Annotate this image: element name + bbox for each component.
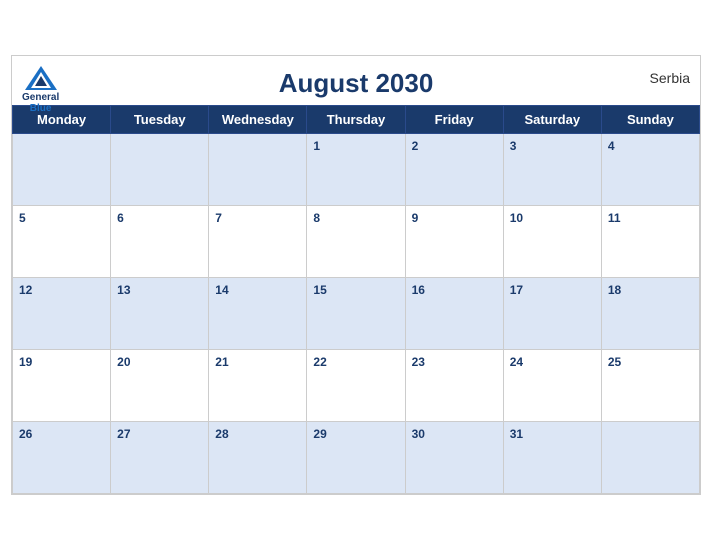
calendar-cell xyxy=(601,422,699,494)
country-label: Serbia xyxy=(650,70,690,86)
calendar-cell xyxy=(13,134,111,206)
logo-icon xyxy=(23,64,59,92)
day-number: 14 xyxy=(215,283,228,297)
calendar-cell: 11 xyxy=(601,206,699,278)
calendar-cell: 5 xyxy=(13,206,111,278)
day-number: 23 xyxy=(412,355,425,369)
day-number: 11 xyxy=(608,211,621,225)
calendar-cell: 2 xyxy=(405,134,503,206)
calendar-cell: 1 xyxy=(307,134,405,206)
calendar-cell: 26 xyxy=(13,422,111,494)
calendar-cell: 7 xyxy=(209,206,307,278)
calendar-cell: 18 xyxy=(601,278,699,350)
day-number: 19 xyxy=(19,355,32,369)
col-saturday: Saturday xyxy=(503,106,601,134)
day-number: 28 xyxy=(215,427,228,441)
day-number: 26 xyxy=(19,427,32,441)
calendar-cell: 28 xyxy=(209,422,307,494)
calendar-cell: 29 xyxy=(307,422,405,494)
calendar-cell: 21 xyxy=(209,350,307,422)
calendar-cell: 25 xyxy=(601,350,699,422)
calendar-header: General Blue August 2030 Serbia xyxy=(12,56,700,105)
calendar-cell: 16 xyxy=(405,278,503,350)
calendar-week-row: 1 2 3 4 xyxy=(13,134,700,206)
calendar-cell xyxy=(111,134,209,206)
calendar-cell: 27 xyxy=(111,422,209,494)
logo-general: General xyxy=(22,92,59,103)
day-number: 9 xyxy=(412,211,419,225)
day-number: 17 xyxy=(510,283,523,297)
calendar-week-row: 5 6 7 8 9 10 11 xyxy=(13,206,700,278)
day-number: 12 xyxy=(19,283,32,297)
calendar-cell: 8 xyxy=(307,206,405,278)
day-number: 18 xyxy=(608,283,621,297)
day-number: 21 xyxy=(215,355,228,369)
calendar-cell: 6 xyxy=(111,206,209,278)
calendar-cell: 30 xyxy=(405,422,503,494)
calendar-table: Monday Tuesday Wednesday Thursday Friday… xyxy=(12,105,700,494)
day-number: 22 xyxy=(313,355,326,369)
calendar-cell: 31 xyxy=(503,422,601,494)
calendar-cell: 24 xyxy=(503,350,601,422)
calendar-cell: 17 xyxy=(503,278,601,350)
calendar-cell: 10 xyxy=(503,206,601,278)
calendar-cell: 4 xyxy=(601,134,699,206)
calendar-week-row: 12 13 14 15 16 17 18 xyxy=(13,278,700,350)
day-number: 2 xyxy=(412,139,419,153)
day-number: 7 xyxy=(215,211,222,225)
calendar-week-row: 19 20 21 22 23 24 25 xyxy=(13,350,700,422)
day-number: 31 xyxy=(510,427,523,441)
day-number: 16 xyxy=(412,283,425,297)
col-wednesday: Wednesday xyxy=(209,106,307,134)
calendar-cell: 9 xyxy=(405,206,503,278)
day-number: 8 xyxy=(313,211,320,225)
calendar-cell: 23 xyxy=(405,350,503,422)
calendar-cell: 20 xyxy=(111,350,209,422)
calendar-body: 1234567891011121314151617181920212223242… xyxy=(13,134,700,494)
day-number: 25 xyxy=(608,355,621,369)
day-number: 27 xyxy=(117,427,130,441)
logo: General Blue xyxy=(22,64,59,114)
logo-blue: Blue xyxy=(30,103,52,114)
calendar-cell: 13 xyxy=(111,278,209,350)
col-friday: Friday xyxy=(405,106,503,134)
calendar-cell: 19 xyxy=(13,350,111,422)
col-tuesday: Tuesday xyxy=(111,106,209,134)
calendar-cell: 14 xyxy=(209,278,307,350)
calendar-cell: 15 xyxy=(307,278,405,350)
day-number: 4 xyxy=(608,139,615,153)
day-number: 10 xyxy=(510,211,523,225)
day-number: 6 xyxy=(117,211,124,225)
col-thursday: Thursday xyxy=(307,106,405,134)
day-number: 30 xyxy=(412,427,425,441)
day-number: 29 xyxy=(313,427,326,441)
calendar-week-row: 26 27 28 29 30 31 xyxy=(13,422,700,494)
day-number: 15 xyxy=(313,283,326,297)
day-number: 13 xyxy=(117,283,130,297)
calendar-title: August 2030 xyxy=(32,68,680,99)
col-sunday: Sunday xyxy=(601,106,699,134)
day-number: 5 xyxy=(19,211,26,225)
day-number: 20 xyxy=(117,355,130,369)
calendar-cell: 22 xyxy=(307,350,405,422)
calendar-cell: 12 xyxy=(13,278,111,350)
weekday-header-row: Monday Tuesday Wednesday Thursday Friday… xyxy=(13,106,700,134)
calendar-cell: 3 xyxy=(503,134,601,206)
day-number: 24 xyxy=(510,355,523,369)
calendar-cell xyxy=(209,134,307,206)
calendar: General Blue August 2030 Serbia Monday T… xyxy=(11,55,701,495)
day-number: 3 xyxy=(510,139,517,153)
day-number: 1 xyxy=(313,139,320,153)
